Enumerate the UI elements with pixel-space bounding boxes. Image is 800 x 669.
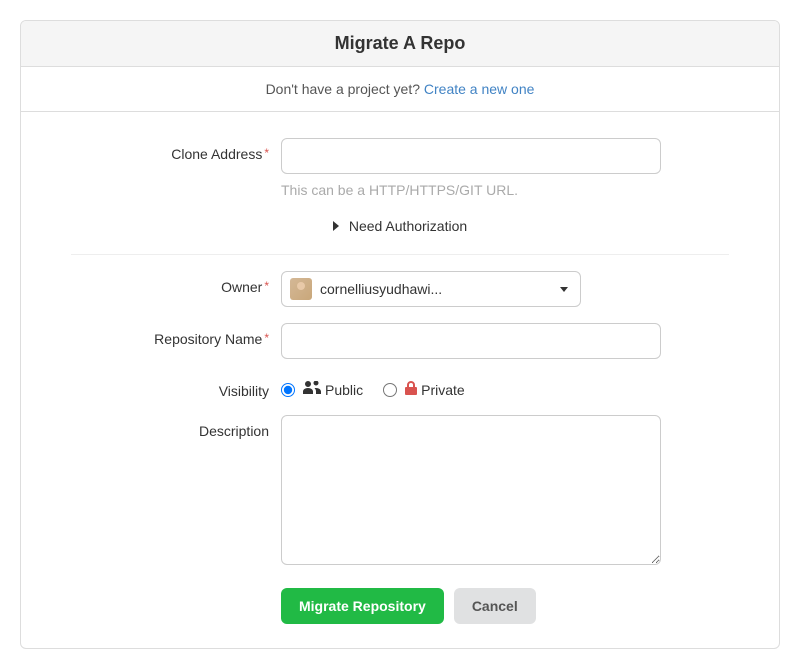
avatar [290, 278, 312, 300]
visibility-private-radio[interactable] [383, 383, 397, 397]
migrate-repository-button[interactable]: Migrate Repository [281, 588, 444, 624]
button-row: Migrate Repository Cancel [281, 588, 729, 624]
info-text: Don't have a project yet? [266, 81, 424, 97]
visibility-row: Visibility Public [71, 375, 729, 399]
clone-address-label: Clone Address* [71, 138, 281, 162]
need-authorization-label: Need Authorization [349, 218, 467, 234]
clone-address-input[interactable] [281, 138, 661, 174]
owner-dropdown[interactable]: cornelliusyudhawi... [281, 271, 581, 307]
lock-icon [405, 381, 417, 398]
repo-name-label: Repository Name* [71, 323, 281, 347]
users-icon [303, 381, 321, 398]
repo-name-row: Repository Name* [71, 323, 729, 359]
create-new-link[interactable]: Create a new one [424, 81, 535, 97]
chevron-down-icon [560, 287, 568, 292]
required-mark: * [264, 146, 269, 160]
visibility-label: Visibility [71, 375, 281, 399]
form-body: Clone Address* This can be a HTTP/HTTPS/… [21, 112, 779, 648]
description-label: Description [71, 415, 281, 439]
visibility-public-radio[interactable] [281, 383, 295, 397]
need-authorization-toggle[interactable]: Need Authorization [71, 218, 729, 255]
repo-name-input[interactable] [281, 323, 661, 359]
cancel-button[interactable]: Cancel [454, 588, 536, 624]
clone-address-help: This can be a HTTP/HTTPS/GIT URL. [281, 182, 729, 198]
visibility-public-label: Public [303, 381, 363, 398]
description-row: Description [71, 415, 729, 568]
caret-right-icon [333, 221, 339, 231]
visibility-radio-group: Public Private [281, 375, 729, 398]
visibility-private-label: Private [405, 381, 465, 398]
required-mark: * [264, 331, 269, 345]
panel-header: Migrate A Repo [21, 21, 779, 67]
description-textarea[interactable] [281, 415, 661, 565]
owner-selected-name: cornelliusyudhawi... [320, 281, 552, 297]
required-mark: * [264, 279, 269, 293]
owner-label: Owner* [71, 271, 281, 295]
migrate-repo-panel: Migrate A Repo Don't have a project yet?… [20, 20, 780, 649]
clone-address-row: Clone Address* This can be a HTTP/HTTPS/… [71, 138, 729, 198]
page-title: Migrate A Repo [37, 33, 763, 54]
info-bar: Don't have a project yet? Create a new o… [21, 67, 779, 112]
owner-row: Owner* cornelliusyudhawi... [71, 271, 729, 307]
